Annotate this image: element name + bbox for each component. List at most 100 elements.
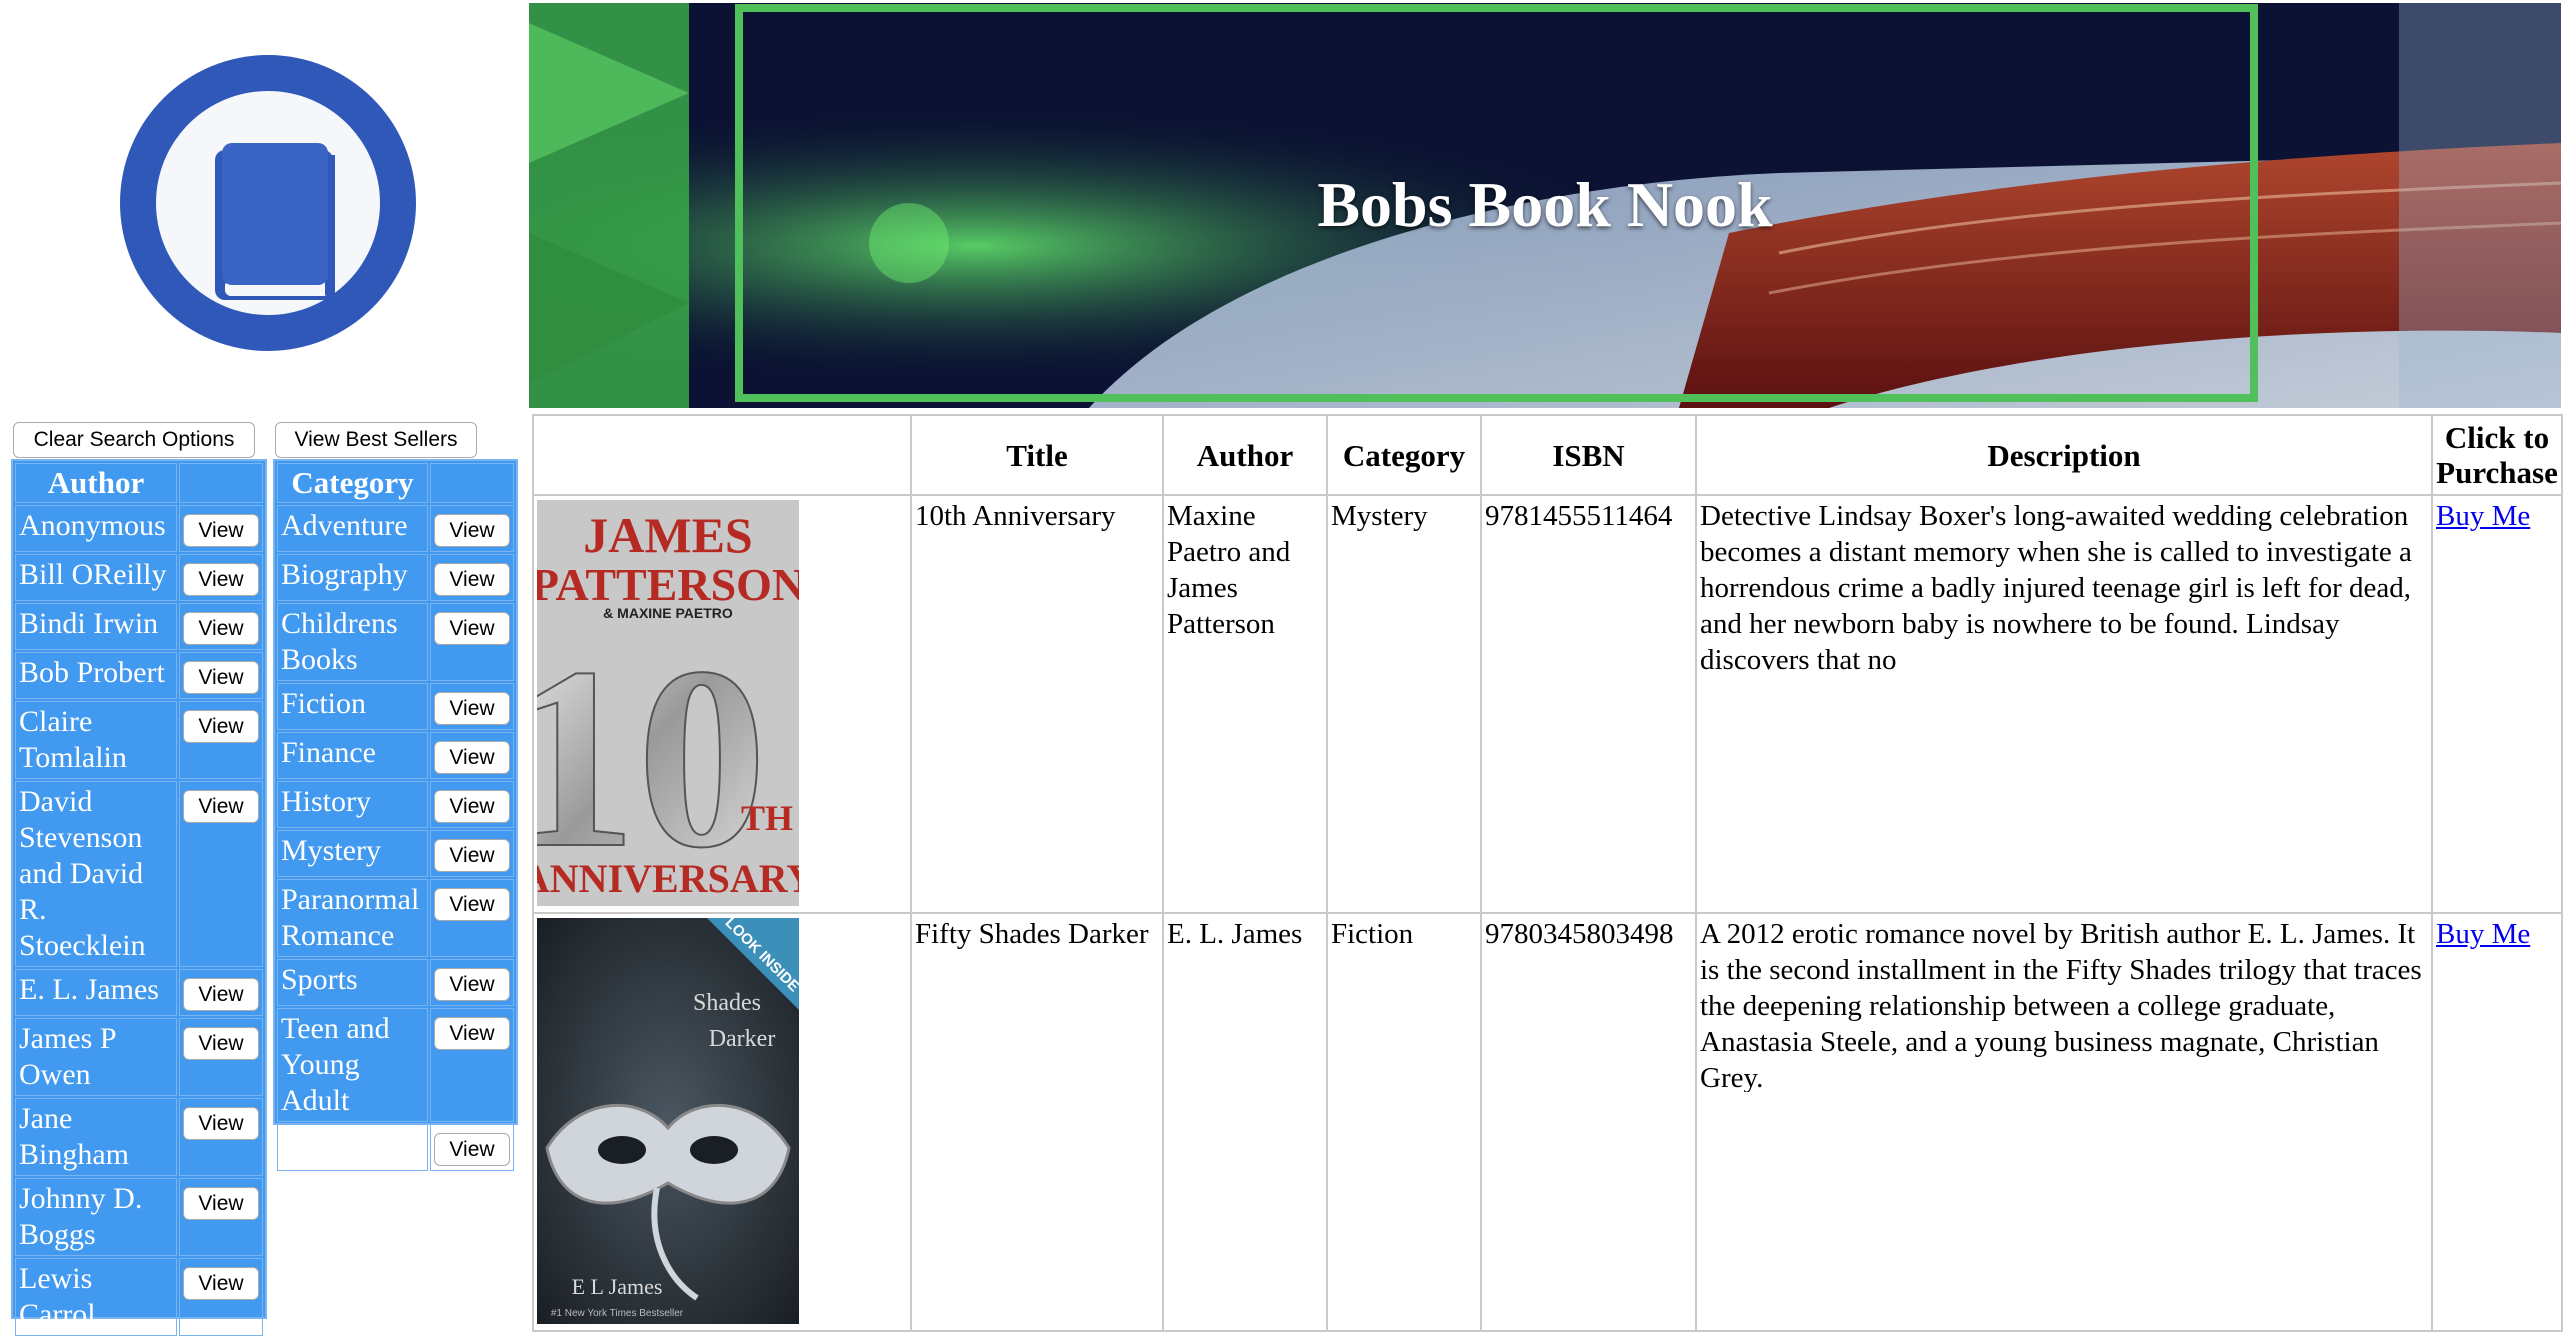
author-panel-header: Author bbox=[15, 463, 177, 503]
view-best-sellers-button[interactable]: View Best Sellers bbox=[275, 422, 477, 458]
author-row: Anonymous View bbox=[15, 505, 263, 552]
book-cover-image: JAMES PATTERSON & MAXINE PAETRO 10 TH AN… bbox=[537, 500, 799, 906]
purchase-cell: Buy Me bbox=[2431, 912, 2563, 1332]
view-author-button[interactable]: View bbox=[183, 612, 259, 645]
book-author: E. L. James bbox=[1162, 912, 1328, 1332]
svg-text:JAMES: JAMES bbox=[583, 507, 752, 563]
author-row: E. L. James View bbox=[15, 969, 263, 1016]
category-panel: Category Adventure View Biography View C… bbox=[273, 459, 518, 1171]
author-name: E. L. James bbox=[15, 969, 177, 1016]
view-author-button[interactable]: View bbox=[183, 710, 259, 743]
view-author-button[interactable]: View bbox=[183, 661, 259, 694]
view-category-button[interactable]: View bbox=[434, 1133, 510, 1166]
author-name: Lewis Carrol bbox=[15, 1258, 177, 1336]
book-isbn: 9780345803498 bbox=[1480, 912, 1697, 1332]
category-name: Teen and Young Adult bbox=[277, 1008, 428, 1122]
category-name: Finance bbox=[277, 732, 428, 779]
view-author-button[interactable]: View bbox=[183, 563, 259, 596]
author-row: Bob Probert View bbox=[15, 652, 263, 699]
category-name: Fiction bbox=[277, 683, 428, 730]
author-name: Johnny D. Boggs bbox=[15, 1178, 177, 1256]
view-author-button[interactable]: View bbox=[183, 514, 259, 547]
category-name: Adventure bbox=[277, 505, 428, 552]
description-column-header: Description bbox=[1695, 414, 2433, 496]
buy-me-link[interactable]: Buy Me bbox=[2436, 500, 2530, 532]
author-row: Jane Bingham View bbox=[15, 1098, 263, 1176]
view-category-button[interactable]: View bbox=[434, 612, 510, 645]
category-row: Childrens Books View bbox=[277, 603, 514, 681]
author-row: Claire Tomlalin View bbox=[15, 701, 263, 779]
title-column-header: Title bbox=[910, 414, 1164, 496]
purchase-column-header: Click to Purchase bbox=[2431, 414, 2563, 496]
isbn-column-header: ISBN bbox=[1480, 414, 1697, 496]
view-author-button[interactable]: View bbox=[183, 1027, 259, 1060]
book-category: Fiction bbox=[1326, 912, 1482, 1332]
svg-text:Darker: Darker bbox=[709, 1026, 776, 1052]
table-row: JAMES PATTERSON & MAXINE PAETRO 10 TH AN… bbox=[532, 494, 2563, 914]
book-category: Mystery bbox=[1326, 494, 1482, 914]
category-row: Paranormal Romance View bbox=[277, 879, 514, 957]
author-column-header: Author bbox=[1162, 414, 1328, 496]
svg-text:PATTERSON: PATTERSON bbox=[537, 559, 799, 610]
cover-cell: LOOK INSIDE Shades Darker E L James #1 N… bbox=[532, 912, 912, 1332]
category-row: Finance View bbox=[277, 732, 514, 779]
author-row: David Stevenson and David R. Stoecklein … bbox=[15, 781, 263, 967]
author-row: Lewis Carrol View bbox=[15, 1258, 263, 1336]
author-panel: Author Anonymous View Bill OReilly View … bbox=[11, 459, 267, 1336]
author-name: James P Owen bbox=[15, 1018, 177, 1096]
clear-search-button[interactable]: Clear Search Options bbox=[13, 422, 255, 458]
category-name: History bbox=[277, 781, 428, 828]
books-header-row: Title Author Category ISBN Description C… bbox=[532, 414, 2563, 496]
view-category-button[interactable]: View bbox=[434, 839, 510, 872]
category-row: Biography View bbox=[277, 554, 514, 601]
book-cover-image: LOOK INSIDE Shades Darker E L James #1 N… bbox=[537, 918, 799, 1324]
view-category-button[interactable]: View bbox=[434, 1017, 510, 1050]
view-category-button[interactable]: View bbox=[434, 514, 510, 547]
category-name: Biography bbox=[277, 554, 428, 601]
category-row: Western View bbox=[277, 1124, 514, 1171]
book-author: Maxine Paetro and James Patterson bbox=[1162, 494, 1328, 914]
view-category-button[interactable]: View bbox=[434, 741, 510, 774]
category-row: Teen and Young Adult View bbox=[277, 1008, 514, 1122]
author-name: Anonymous bbox=[15, 505, 177, 552]
view-author-button[interactable]: View bbox=[183, 1267, 259, 1300]
category-name: Western bbox=[277, 1124, 428, 1171]
book-description-cell: Detective Lindsay Boxer's long-awaited w… bbox=[1695, 494, 2433, 914]
category-row: Sports View bbox=[277, 959, 514, 1006]
view-category-button[interactable]: View bbox=[434, 968, 510, 1001]
view-category-button[interactable]: View bbox=[434, 563, 510, 596]
category-column-header: Category bbox=[1326, 414, 1482, 496]
view-author-button[interactable]: View bbox=[183, 1187, 259, 1220]
author-name: Jane Bingham bbox=[15, 1098, 177, 1176]
author-name: Bob Probert bbox=[15, 652, 177, 699]
cover-column-header bbox=[532, 414, 912, 496]
view-author-button[interactable]: View bbox=[183, 978, 259, 1011]
category-name: Mystery bbox=[277, 830, 428, 877]
category-row: Adventure View bbox=[277, 505, 514, 552]
buy-me-link[interactable]: Buy Me bbox=[2436, 918, 2530, 950]
view-category-button[interactable]: View bbox=[434, 692, 510, 725]
category-panel-header-spacer bbox=[430, 463, 514, 503]
svg-text:#1 New York Times Bestseller: #1 New York Times Bestseller bbox=[551, 1308, 684, 1319]
category-panel-header: Category bbox=[277, 463, 428, 503]
purchase-cell: Buy Me bbox=[2431, 494, 2563, 914]
view-category-button[interactable]: View bbox=[434, 790, 510, 823]
book-description-cell: A 2012 erotic romance novel by British a… bbox=[1695, 912, 2433, 1332]
category-row: Fiction View bbox=[277, 683, 514, 730]
table-row: LOOK INSIDE Shades Darker E L James #1 N… bbox=[532, 912, 2563, 1332]
book-title: Fifty Shades Darker bbox=[910, 912, 1164, 1332]
author-row: Johnny D. Boggs View bbox=[15, 1178, 263, 1256]
view-author-button[interactable]: View bbox=[183, 790, 259, 823]
header-banner: Bobs Book Nook bbox=[529, 3, 2561, 408]
book-isbn: 9781455511464 bbox=[1480, 494, 1697, 914]
view-author-button[interactable]: View bbox=[183, 1107, 259, 1140]
author-name: David Stevenson and David R. Stoecklein bbox=[15, 781, 177, 967]
svg-text:Shades: Shades bbox=[693, 990, 761, 1016]
category-row: History View bbox=[277, 781, 514, 828]
svg-text:TH: TH bbox=[741, 798, 793, 838]
book-description: A 2012 erotic romance novel by British a… bbox=[1700, 918, 2422, 1092]
site-title: Bobs Book Nook bbox=[1317, 169, 1773, 240]
svg-text:E L James: E L James bbox=[572, 1274, 663, 1299]
view-category-button[interactable]: View bbox=[434, 888, 510, 921]
author-name: Claire Tomlalin bbox=[15, 701, 177, 779]
